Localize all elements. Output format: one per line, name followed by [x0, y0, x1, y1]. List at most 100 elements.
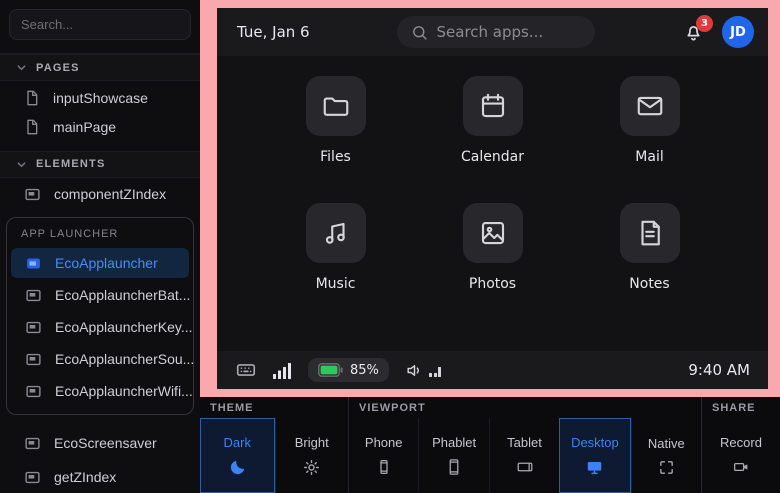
theme-section-label: THEME [210, 401, 254, 414]
share-section-label: SHARE [712, 401, 756, 414]
sidebar-item-label: EcoApplauncher [55, 255, 158, 272]
viewport-native-button[interactable]: Native [630, 418, 701, 493]
sidebar-item-ecoapplauncher[interactable]: EcoApplauncher [11, 248, 189, 279]
apps-search[interactable] [396, 16, 595, 48]
share-section: SHARE Record [701, 397, 780, 493]
component-icon [25, 351, 42, 368]
sidebar-search-input[interactable] [9, 9, 191, 40]
sidebar-item-componentzindex[interactable]: componentZIndex [0, 180, 200, 209]
theme-section: THEME Dark Bright [200, 397, 348, 493]
app-launcher-screen: Tue, Jan 6 3 JD [217, 8, 768, 389]
notes-icon [619, 203, 680, 263]
sidebar-item-ecoapplaunchersou[interactable]: EcoApplauncherSou... [11, 344, 194, 374]
mail-icon [619, 76, 680, 136]
battery-indicator: 85% [308, 358, 389, 382]
app-tile-mail[interactable]: Mail [571, 76, 728, 165]
app-label: Photos [468, 276, 517, 292]
clock-label: 9:40 AM [688, 361, 750, 379]
preview-frame: Tue, Jan 6 3 JD [200, 0, 780, 397]
app-label: Mail [635, 149, 664, 165]
sidebar-item-label: EcoApplauncherWifi... [55, 383, 193, 400]
app-label: Files [320, 149, 351, 165]
button-label: Dark [223, 434, 251, 450]
app-tile-notes[interactable]: Notes [571, 203, 728, 292]
launcher-topbar: Tue, Jan 6 3 JD [217, 8, 768, 56]
viewport-tablet-button[interactable]: Tablet [488, 418, 559, 493]
speaker-icon [405, 361, 424, 380]
sidebar-item-ecoapplauncherbat[interactable]: EcoApplauncherBat... [11, 280, 191, 310]
app-tile-music[interactable]: Music [257, 203, 414, 292]
keyboard-icon[interactable] [235, 359, 257, 381]
sidebar: PAGES inputShowcase mainPage ELEMENTS [0, 0, 200, 493]
button-label: Phablet [432, 435, 477, 450]
app-launcher-group: APP LAUNCHER EcoApplauncher EcoApplaunch… [6, 217, 194, 416]
video-camera-icon [731, 458, 751, 476]
signal-bars-icon [273, 362, 292, 379]
app-tile-calendar[interactable]: Calendar [414, 76, 571, 165]
sidebar-item-inputshowcase[interactable]: inputShowcase [0, 83, 200, 112]
theme-bright-button[interactable]: Bright [274, 418, 349, 493]
app-root: PAGES inputShowcase mainPage ELEMENTS [0, 0, 780, 493]
sidebar-item-label: EcoApplauncherBat... [55, 287, 191, 304]
viewport-section: VIEWPORT Phone Phablet Tablet Desktop Na… [348, 397, 701, 493]
desktop-icon [585, 458, 604, 477]
button-label: Phone [364, 435, 403, 450]
chevron-down-icon [16, 62, 27, 73]
sidebar-item-ecoscreensaver[interactable]: EcoScreensaver [0, 427, 200, 459]
sidebar-item-ecoapplauncherkey[interactable]: EcoApplauncherKey... [11, 312, 193, 342]
fullscreen-icon [658, 459, 675, 476]
sidebar-item-getzindex[interactable]: getZIndex [0, 461, 200, 493]
app-tile-photos[interactable]: Photos [414, 203, 571, 292]
sidebar-item-mainpage[interactable]: mainPage [0, 112, 200, 141]
component-icon [25, 287, 42, 304]
component-icon [24, 469, 41, 486]
section-header-pages[interactable]: PAGES [0, 53, 200, 82]
app-label: Calendar [461, 149, 524, 165]
sidebar-item-label: EcoApplauncherSou... [55, 351, 195, 368]
theme-dark-button[interactable]: Dark [200, 418, 275, 493]
section-label: ELEMENTS [36, 158, 106, 171]
notifications-button[interactable]: 3 [683, 14, 713, 43]
calendar-icon [462, 76, 523, 136]
group-label: APP LAUNCHER [21, 228, 119, 241]
file-icon [24, 119, 40, 135]
launcher-statusbar: 85% 9:40 AM [217, 351, 768, 389]
sidebar-item-label: inputShowcase [53, 89, 148, 106]
sidebar-item-ecoapplauncherwifi[interactable]: EcoApplauncherWifi... [11, 376, 193, 406]
search-icon [411, 24, 428, 41]
section-header-elements[interactable]: ELEMENTS [0, 150, 200, 179]
app-label: Music [315, 276, 356, 292]
app-label: Notes [629, 276, 670, 292]
sidebar-item-label: mainPage [53, 118, 117, 135]
apps-search-input[interactable] [436, 23, 577, 41]
app-tile-files[interactable]: Files [257, 76, 414, 165]
battery-icon [318, 363, 343, 377]
tablet-icon [515, 458, 535, 476]
avatar[interactable]: JD [722, 16, 754, 48]
component-icon [25, 383, 42, 400]
volume-indicator[interactable] [405, 361, 441, 380]
sidebar-item-label: componentZIndex [54, 186, 167, 203]
battery-percent: 85% [350, 362, 379, 378]
share-record-button[interactable]: Record [702, 418, 780, 493]
viewport-phone-button[interactable]: Phone [349, 418, 418, 493]
button-label: Tablet [507, 435, 542, 450]
component-icon [25, 255, 42, 272]
chevron-down-icon [16, 159, 27, 170]
viewport-phablet-button[interactable]: Phablet [418, 418, 488, 493]
viewport-section-label: VIEWPORT [359, 401, 426, 414]
photos-icon [462, 203, 523, 263]
music-icon [305, 203, 366, 263]
mini-signal-icon [428, 364, 441, 377]
component-icon [25, 319, 42, 336]
sun-icon [302, 458, 321, 477]
app-grid: Files Calendar Mail Music Photos Notes [217, 56, 768, 351]
component-icon [24, 435, 41, 452]
section-label: PAGES [36, 61, 80, 74]
button-label: Bright [294, 434, 329, 450]
notification-badge: 3 [696, 14, 713, 32]
phablet-icon [445, 458, 463, 476]
folder-icon [305, 76, 366, 136]
date-label: Tue, Jan 6 [237, 23, 310, 41]
viewport-desktop-button[interactable]: Desktop [559, 418, 631, 493]
